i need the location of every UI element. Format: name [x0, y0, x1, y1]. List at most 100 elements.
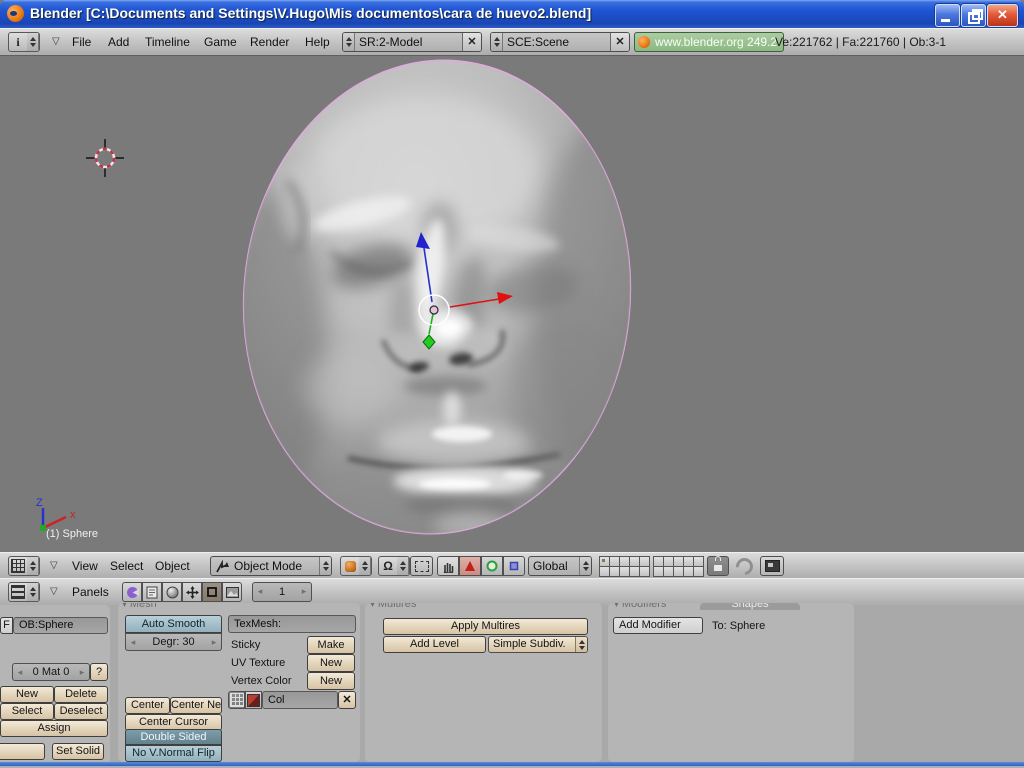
logic-context-button[interactable] [122, 582, 142, 602]
object-mode-icon [216, 559, 229, 573]
menu-timeline[interactable]: Timeline [145, 29, 190, 55]
mode-dropdown[interactable]: Object Mode [210, 556, 332, 576]
sticky-make-button[interactable]: Make [307, 636, 355, 654]
panel-tab-shapes[interactable]: Shapes [700, 603, 800, 610]
draw-type-button[interactable] [340, 556, 372, 576]
blender-org-button[interactable]: www.blender.org 249.2 [634, 32, 785, 52]
auto-smooth-toggle[interactable]: Auto Smooth [125, 615, 222, 633]
mat-right-icon[interactable]: ▸ [77, 664, 87, 680]
context-button-group [122, 582, 242, 602]
frame-left-icon[interactable]: ◂ [255, 583, 265, 601]
add-modifier-button[interactable]: Add Modifier [613, 617, 703, 634]
spinner-icon [27, 557, 39, 575]
pivot-point-button[interactable]: Ω [378, 556, 410, 576]
degr-right-icon[interactable]: ▸ [209, 634, 219, 650]
new-material-button[interactable]: New [0, 686, 54, 703]
panel-tab-modifiers[interactable]: ▾ Modifiers [614, 603, 694, 610]
collapse-menu-icon[interactable]: ▽ [52, 29, 60, 55]
shading-context-button[interactable] [162, 582, 182, 602]
vcol-grid-button[interactable] [228, 691, 245, 709]
degr-value: Degr: 30 [152, 636, 195, 648]
vcol-paint-button[interactable] [245, 691, 262, 709]
select-button[interactable]: Select [0, 703, 54, 720]
menu-view[interactable]: View [72, 553, 98, 579]
cursor-3d-icon [86, 139, 124, 177]
menu-select[interactable]: Select [110, 553, 143, 579]
editing-context-button[interactable] [202, 582, 222, 602]
add-level-button[interactable]: Add Level [383, 636, 486, 653]
fake-user-button[interactable]: F [0, 617, 13, 634]
object-name-field[interactable]: OB:Sphere [13, 617, 108, 634]
render-preview-button[interactable] [760, 556, 784, 576]
material-index-slider[interactable]: ◂ 0 Mat 0 ▸ [12, 663, 90, 681]
manipulator-mode-button[interactable] [410, 556, 433, 576]
panel-header-multires[interactable]: ▾ Multires [370, 603, 460, 610]
mat-left-icon[interactable]: ◂ [15, 664, 25, 680]
manipulator-translate-button[interactable] [459, 556, 481, 576]
manipulator-hand-button[interactable] [437, 556, 459, 576]
window-title: Blender [C:\Documents and Settings\V.Hug… [30, 5, 592, 21]
vcol-new-button[interactable]: New [307, 672, 355, 690]
menu-help[interactable]: Help [305, 29, 330, 55]
screen-close-icon[interactable]: ✕ [462, 33, 481, 51]
manipulator-rotate-button[interactable] [481, 556, 503, 576]
assign-button[interactable]: Assign [0, 720, 108, 737]
editor-type-button-buttons[interactable] [8, 582, 40, 602]
collapse-menu-icon[interactable]: ▽ [50, 553, 58, 579]
screen-name: SR:2-Model [359, 35, 423, 49]
degr-slider[interactable]: ◂ Degr: 30 ▸ [125, 633, 222, 651]
material-help-button[interactable]: ? [90, 663, 108, 681]
subdiv-type-label: Simple Subdiv. [493, 638, 566, 650]
spinner-icon [575, 637, 587, 652]
close-button[interactable]: ✕ [987, 4, 1018, 27]
menu-add[interactable]: Add [108, 29, 129, 55]
spinner-icon [359, 557, 371, 575]
vcol-delete-button[interactable]: ✕ [338, 691, 356, 709]
texmesh-field[interactable]: TexMesh: [228, 615, 356, 633]
scene-close-icon[interactable]: ✕ [610, 33, 629, 51]
menu-object[interactable]: Object [155, 553, 190, 579]
script-context-button[interactable] [142, 582, 162, 602]
orientation-dropdown[interactable]: Global [528, 556, 592, 576]
editor-type-button-info[interactable]: i [8, 32, 40, 52]
editor-type-button-3dview[interactable] [8, 556, 40, 576]
spinner-icon [27, 583, 39, 601]
panel-header-mesh[interactable]: ▾ Mesh [122, 603, 202, 610]
blender-logo-icon [7, 5, 24, 22]
degr-left-icon[interactable]: ◂ [128, 634, 138, 650]
scene-icon [225, 586, 239, 598]
layer-grid-1[interactable] [599, 556, 650, 577]
vcol-name-field[interactable]: Col [262, 691, 338, 709]
scene-selector[interactable]: SCE:Scene ✕ [490, 32, 630, 52]
restore-button[interactable] [961, 4, 986, 27]
snap-button[interactable] [732, 554, 756, 578]
lock-layers-button[interactable] [707, 556, 729, 576]
menu-panels[interactable]: Panels [72, 579, 109, 605]
collapse-menu-icon[interactable]: ▽ [50, 579, 58, 605]
center-new-button[interactable]: Center New [170, 697, 222, 714]
object-context-button[interactable] [182, 582, 202, 602]
double-sided-toggle[interactable]: Double Sided [125, 729, 222, 745]
deselect-button[interactable]: Deselect [54, 703, 108, 720]
frame-right-icon[interactable]: ▸ [299, 583, 309, 601]
manipulator-scale-button[interactable] [503, 556, 525, 576]
minimize-button[interactable] [935, 4, 960, 27]
screen-selector[interactable]: SR:2-Model ✕ [342, 32, 482, 52]
scene-context-button[interactable] [222, 582, 242, 602]
menu-file[interactable]: File [72, 29, 91, 55]
titlebar[interactable]: Blender [C:\Documents and Settings\V.Hug… [0, 0, 1024, 28]
uv-new-button[interactable]: New [307, 654, 355, 672]
center-button[interactable]: Center [125, 697, 170, 714]
no-vnormal-flip-toggle[interactable]: No V.Normal Flip [125, 745, 222, 762]
menu-game[interactable]: Game [204, 29, 237, 55]
subdiv-type-dropdown[interactable]: Simple Subdiv. [488, 636, 588, 653]
viewport-3d[interactable]: Z x (1) Sphere [0, 56, 1024, 552]
set-solid-button[interactable]: Set Solid [52, 743, 104, 760]
menu-render[interactable]: Render [250, 29, 289, 55]
apply-multires-button[interactable]: Apply Multires [383, 618, 588, 635]
frame-counter[interactable]: ◂ 1 ▸ [252, 582, 312, 602]
spinner-icon [491, 33, 503, 51]
layer-grid-2[interactable] [653, 556, 704, 577]
delete-material-button[interactable]: Delete [54, 686, 108, 703]
set-smooth-button[interactable] [0, 743, 45, 760]
